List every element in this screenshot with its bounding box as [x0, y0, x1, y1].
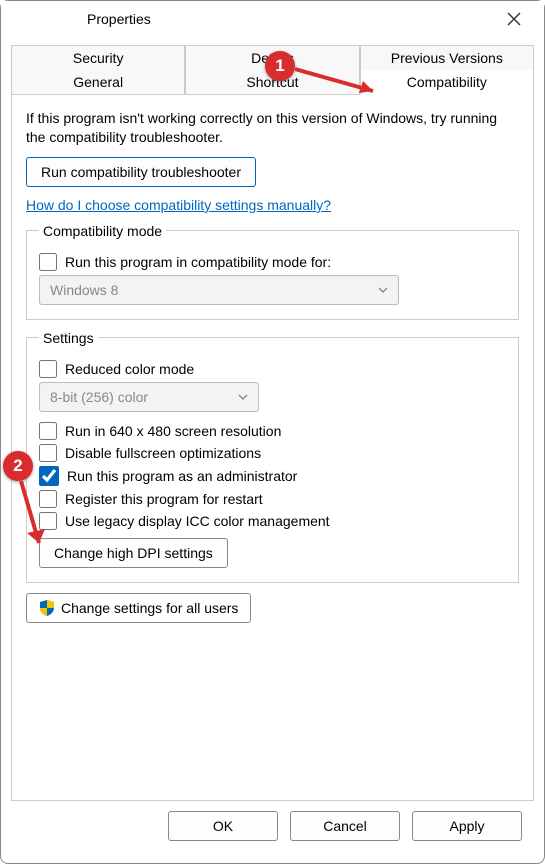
compatibility-mode-group: Compatibility mode Run this program in c…	[26, 223, 519, 320]
titlebar: Properties	[1, 1, 544, 37]
reduced-color-checkbox[interactable]	[39, 360, 57, 378]
color-mode-value: 8-bit (256) color	[50, 389, 148, 405]
compat-os-value: Windows 8	[50, 282, 118, 298]
annotation-callout-1: 1	[265, 51, 295, 81]
dialog-body: Security Details Previous Versions Gener…	[1, 37, 544, 863]
register-restart-label: Register this program for restart	[65, 491, 263, 507]
shield-icon	[39, 600, 55, 616]
run-as-admin-checkbox-row[interactable]: Run this program as an administrator	[39, 466, 506, 486]
reduced-color-label: Reduced color mode	[65, 361, 194, 377]
disable-fullscreen-label: Disable fullscreen optimizations	[65, 445, 261, 461]
annotation-arrow-2	[15, 481, 55, 561]
cancel-button[interactable]: Cancel	[290, 811, 400, 841]
reduced-color-checkbox-row[interactable]: Reduced color mode	[39, 360, 506, 378]
settings-group: Settings Reduced color mode 8-bit (256) …	[26, 330, 519, 583]
run-troubleshooter-button[interactable]: Run compatibility troubleshooter	[26, 157, 256, 187]
legacy-icc-label: Use legacy display ICC color management	[65, 513, 330, 529]
window-title: Properties	[19, 11, 151, 27]
tab-content: If this program isn't working correctly …	[11, 95, 534, 801]
dialog-footer: OK Cancel Apply	[11, 801, 534, 853]
chevron-down-icon	[238, 392, 248, 402]
tab-security[interactable]: Security	[11, 45, 185, 70]
chevron-down-icon	[378, 285, 388, 295]
run-as-admin-label: Run this program as an administrator	[67, 468, 297, 484]
compat-mode-checkbox-row[interactable]: Run this program in compatibility mode f…	[39, 253, 506, 271]
change-all-users-button[interactable]: Change settings for all users	[26, 593, 251, 623]
apply-button[interactable]: Apply	[412, 811, 522, 841]
close-button[interactable]	[494, 1, 534, 37]
compat-mode-checkbox[interactable]	[39, 253, 57, 271]
annotation-arrow-1	[295, 65, 391, 101]
change-all-users-label: Change settings for all users	[61, 600, 238, 616]
close-icon	[507, 12, 521, 26]
annotation-callout-2: 2	[3, 451, 33, 481]
intro-text: If this program isn't working correctly …	[26, 109, 519, 147]
legacy-icc-checkbox-row[interactable]: Use legacy display ICC color management	[39, 512, 506, 530]
run-640-checkbox-row[interactable]: Run in 640 x 480 screen resolution	[39, 422, 506, 440]
color-mode-select[interactable]: 8-bit (256) color	[39, 382, 259, 412]
help-link[interactable]: How do I choose compatibility settings m…	[26, 197, 519, 213]
settings-legend: Settings	[39, 330, 98, 346]
compat-mode-label: Run this program in compatibility mode f…	[65, 254, 331, 270]
compatibility-mode-legend: Compatibility mode	[39, 223, 166, 239]
disable-fullscreen-checkbox-row[interactable]: Disable fullscreen optimizations	[39, 444, 506, 462]
run-640-checkbox[interactable]	[39, 422, 57, 440]
compat-os-select[interactable]: Windows 8	[39, 275, 399, 305]
properties-dialog: Properties Security Details Previous Ver…	[0, 0, 545, 864]
tab-general[interactable]: General	[11, 70, 185, 95]
run-640-label: Run in 640 x 480 screen resolution	[65, 423, 281, 439]
disable-fullscreen-checkbox[interactable]	[39, 444, 57, 462]
register-restart-checkbox-row[interactable]: Register this program for restart	[39, 490, 506, 508]
change-dpi-button[interactable]: Change high DPI settings	[39, 538, 228, 568]
ok-button[interactable]: OK	[168, 811, 278, 841]
